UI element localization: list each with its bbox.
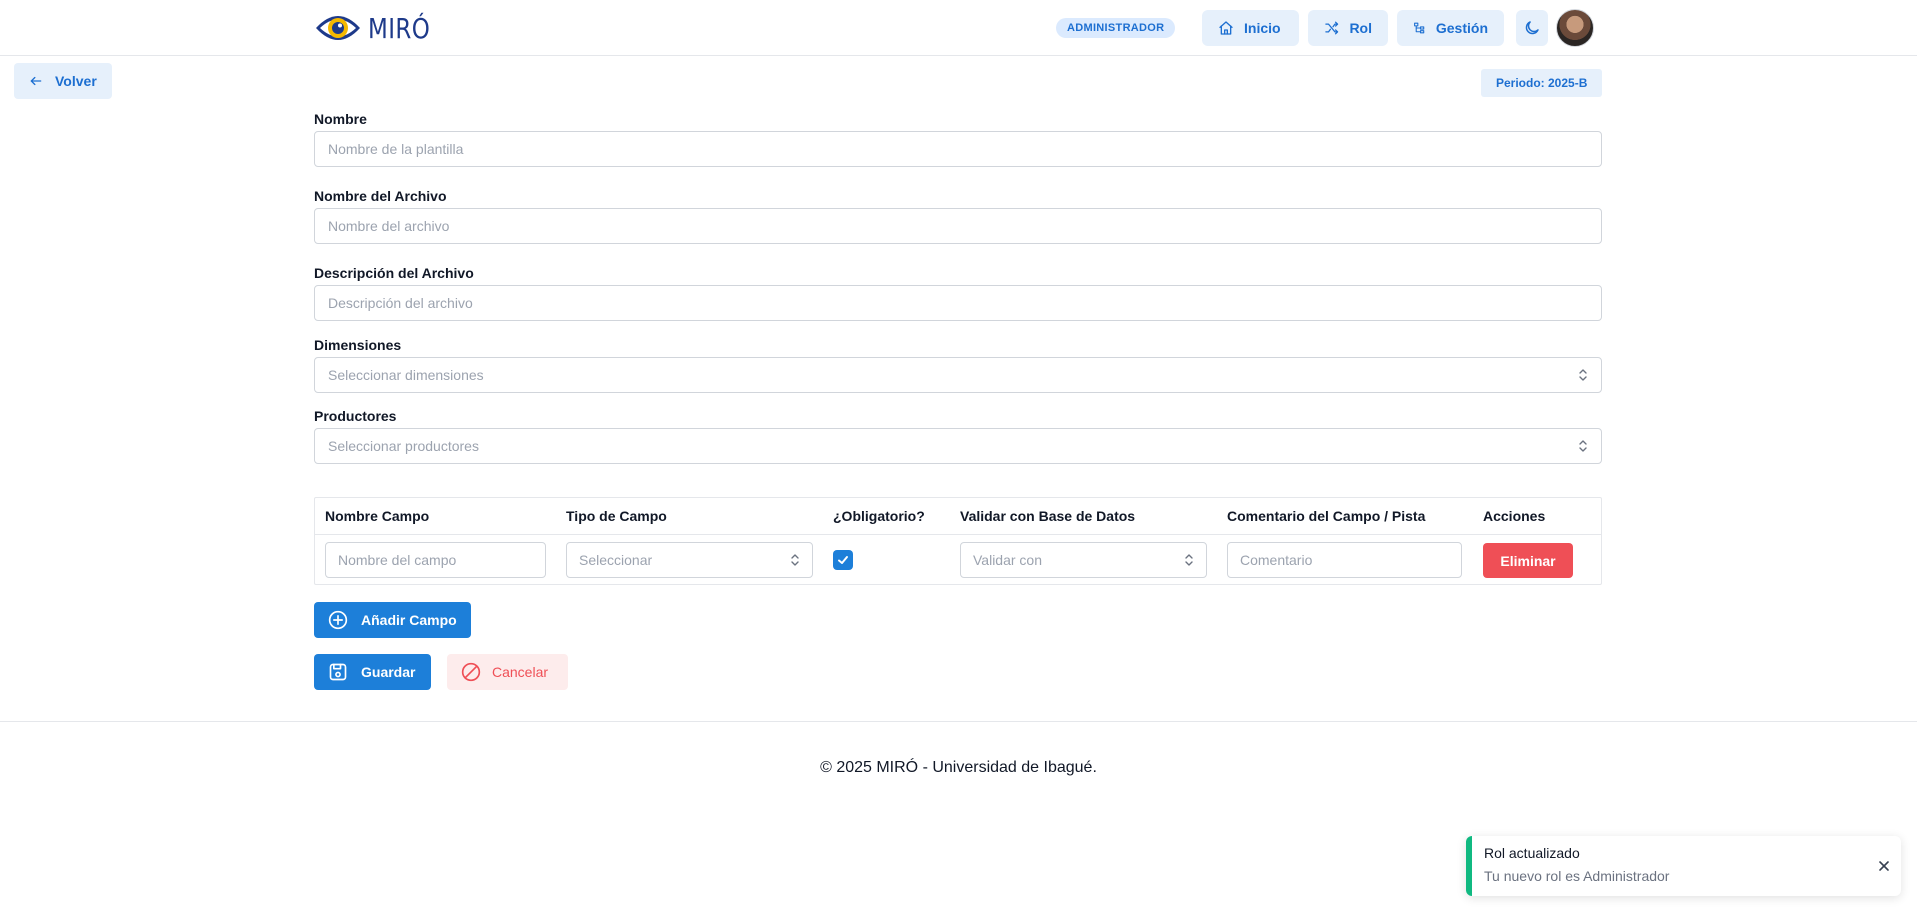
hierarchy-icon xyxy=(1414,22,1425,34)
table-divider xyxy=(315,534,1601,535)
nav-gestion-button[interactable]: Gestión xyxy=(1397,10,1504,46)
back-label: Volver xyxy=(55,73,97,89)
logo[interactable]: MIRÓ xyxy=(314,10,444,46)
th-comentario: Comentario del Campo / Pista xyxy=(1227,508,1426,524)
logo-text: MIRÓ xyxy=(368,11,431,45)
nav-rol-button[interactable]: Rol xyxy=(1308,10,1388,46)
eye-logo-icon xyxy=(316,16,360,40)
periodo-badge: Periodo: 2025-B xyxy=(1481,69,1603,97)
plus-circle-icon xyxy=(328,610,348,630)
cancel-button[interactable]: Cancelar xyxy=(447,654,568,690)
dimensiones-select[interactable]: Seleccionar dimensiones xyxy=(314,357,1602,393)
campo-nombre-input[interactable] xyxy=(325,542,546,578)
fields-table: Nombre Campo Tipo de Campo ¿Obligatorio?… xyxy=(314,497,1602,585)
tipo-campo-select[interactable]: Seleccionar xyxy=(566,542,813,578)
productores-select[interactable]: Seleccionar productores xyxy=(314,428,1602,464)
nombre-input[interactable] xyxy=(314,131,1602,167)
theme-toggle-button[interactable] xyxy=(1516,10,1548,46)
close-icon xyxy=(1879,861,1889,871)
toast-title: Rol actualizado xyxy=(1484,845,1580,861)
shuffle-icon xyxy=(1325,21,1339,35)
chevron-up-down-icon xyxy=(791,554,799,566)
tipo-campo-placeholder: Seleccionar xyxy=(579,552,653,568)
nav-inicio-label: Inicio xyxy=(1244,20,1281,36)
chevron-up-down-icon xyxy=(1579,440,1587,452)
arrow-left-icon xyxy=(30,76,42,86)
dimensiones-label: Dimensiones xyxy=(314,337,402,353)
chevron-up-down-icon xyxy=(1185,554,1193,566)
th-validar: Validar con Base de Datos xyxy=(960,508,1136,524)
toast-message: Tu nuevo rol es Administrador xyxy=(1484,868,1670,884)
th-obligatorio: ¿Obligatorio? xyxy=(833,508,925,524)
nombre-label: Nombre xyxy=(314,111,367,127)
moon-icon xyxy=(1525,21,1539,35)
chevron-up-down-icon xyxy=(1579,369,1587,381)
descripcion-label: Descripción del Archivo xyxy=(314,265,474,281)
nav-inicio-button[interactable]: Inicio xyxy=(1202,10,1299,46)
add-field-button[interactable]: Añadir Campo xyxy=(314,602,471,638)
top-header: MIRÓ ADMINISTRADOR Inicio Rol Gestión xyxy=(0,0,1917,56)
back-button[interactable]: Volver xyxy=(14,63,112,99)
add-field-label: Añadir Campo xyxy=(361,612,457,628)
user-avatar[interactable] xyxy=(1556,9,1594,47)
toast-close-button[interactable] xyxy=(1876,858,1892,874)
validar-placeholder: Validar con xyxy=(973,552,1043,568)
archivo-label: Nombre del Archivo xyxy=(314,188,447,204)
check-icon xyxy=(838,556,848,564)
validar-select[interactable]: Validar con xyxy=(960,542,1207,578)
footer-text: © 2025 MIRÓ - Universidad de Ibagué. xyxy=(820,759,1097,776)
dimensiones-placeholder: Seleccionar dimensiones xyxy=(328,367,484,383)
nav-rol-label: Rol xyxy=(1349,20,1372,36)
cancel-label: Cancelar xyxy=(492,664,549,680)
descripcion-input[interactable] xyxy=(314,285,1602,321)
th-acciones: Acciones xyxy=(1483,508,1546,524)
toast-accent-bar xyxy=(1466,836,1472,896)
productores-placeholder: Seleccionar productores xyxy=(328,438,479,454)
obligatorio-checkbox[interactable] xyxy=(833,550,853,570)
save-icon xyxy=(329,663,347,681)
toast-notification: Rol actualizado Tu nuevo rol es Administ… xyxy=(1466,836,1901,896)
th-tipo-campo: Tipo de Campo xyxy=(566,508,667,524)
productores-label: Productores xyxy=(314,408,397,424)
comentario-input[interactable] xyxy=(1227,542,1462,578)
home-icon xyxy=(1219,21,1233,35)
role-badge: ADMINISTRADOR xyxy=(1056,18,1176,38)
eliminar-button[interactable]: Eliminar xyxy=(1483,543,1573,578)
save-label: Guardar xyxy=(361,664,416,680)
nav-gestion-label: Gestión xyxy=(1435,20,1488,36)
nombre-archivo-input[interactable] xyxy=(314,208,1602,244)
ban-icon xyxy=(461,662,481,682)
save-button[interactable]: Guardar xyxy=(314,654,431,690)
th-nombre-campo: Nombre Campo xyxy=(325,508,430,524)
